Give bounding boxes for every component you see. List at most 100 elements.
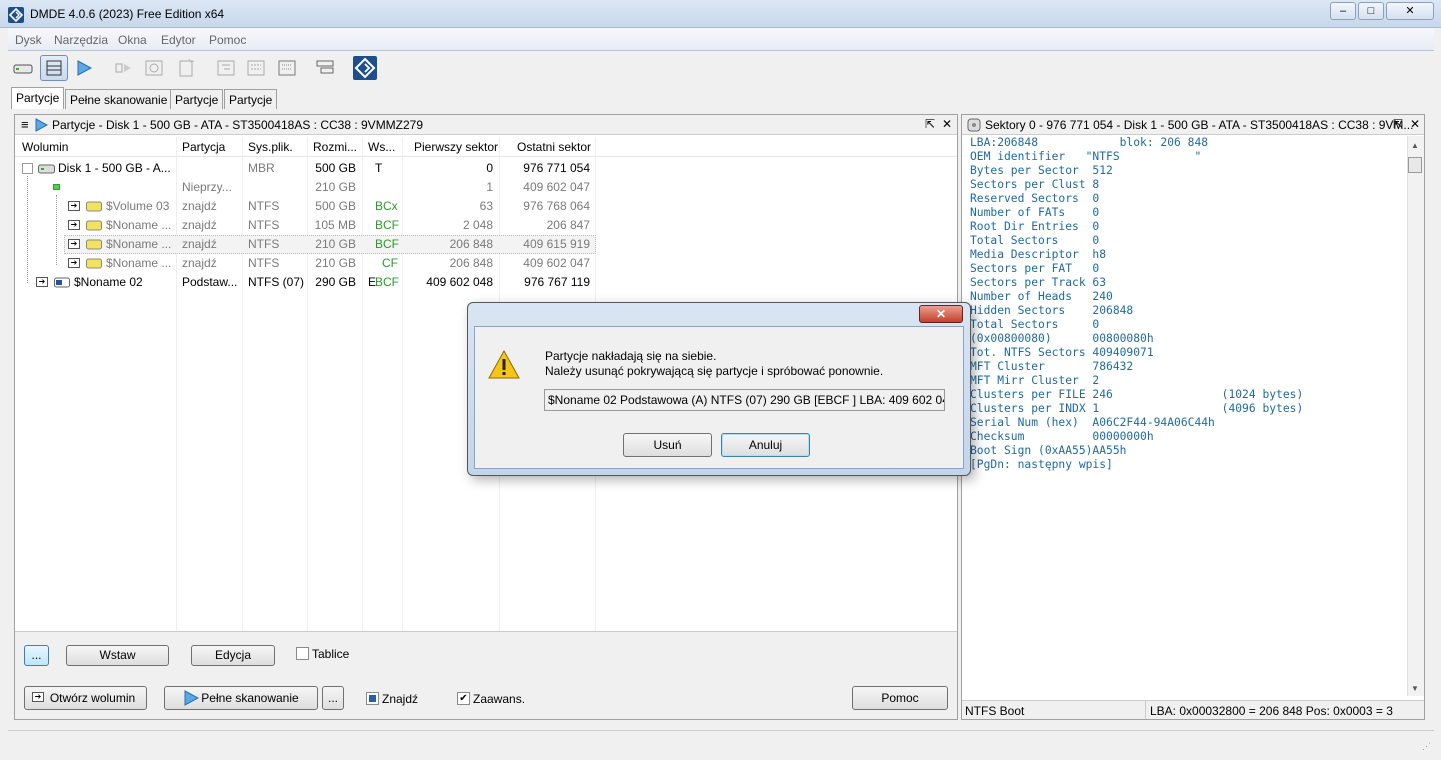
help-button[interactable]: Pomoc: [852, 686, 948, 710]
advanced-checkbox[interactable]: ✔: [457, 692, 470, 705]
more-button[interactable]: ...: [24, 645, 49, 666]
row-size: 290 GB: [315, 275, 356, 289]
row-first: 206 848: [449, 237, 493, 251]
dump-line: [PgDn: następny wpis]: [970, 458, 1113, 471]
run-disabled-icon[interactable]: [110, 55, 138, 81]
menu-help[interactable]: Pomoc: [209, 33, 246, 47]
menu-icon[interactable]: ≡: [21, 117, 29, 132]
row-part: Nieprzy...: [182, 180, 232, 194]
minimize-button[interactable]: –: [1330, 2, 1356, 20]
dump-line: Total Sectors 0: [970, 318, 1100, 331]
menu-disk[interactable]: Dysk: [15, 33, 42, 47]
arrow-icon[interactable]: ➔: [68, 220, 80, 230]
volume-icon: [86, 201, 102, 212]
arrow-icon[interactable]: ➔: [36, 277, 48, 287]
find-label: Znajdź: [382, 692, 419, 706]
col-partition[interactable]: Partycja: [182, 140, 225, 159]
row-last: 409 602 047: [523, 180, 590, 194]
close-window-button[interactable]: ✕: [1386, 2, 1434, 20]
edit-button[interactable]: Edycja: [191, 645, 275, 666]
col-filesystem[interactable]: Sys.plik.: [248, 140, 293, 159]
scroll-thumb[interactable]: [1408, 157, 1422, 173]
row-first: 2 048: [462, 218, 493, 232]
search-disabled-icon[interactable]: [140, 55, 168, 81]
scroll-up-icon[interactable]: ▲: [1411, 141, 1419, 150]
list-view-icon[interactable]: [242, 55, 270, 81]
cancel-button[interactable]: Anuluj: [721, 433, 810, 457]
delete-button[interactable]: Usuń: [623, 433, 712, 457]
col-last-sector[interactable]: Ostatni sektor: [517, 140, 591, 159]
tab-full-scan[interactable]: Pełne skanowanie: [65, 89, 173, 109]
arrow-icon[interactable]: ➔: [68, 201, 80, 211]
sector-dump[interactable]: LBA:206848 blok: 206 848 OEM identifier …: [970, 136, 1406, 696]
col-first-sector[interactable]: Pierwszy sektor: [414, 140, 498, 159]
dump-line: Root Dir Entries 0: [970, 220, 1100, 233]
dump-line: Sectors per Clust 8: [970, 178, 1100, 191]
col-flags[interactable]: Ws...: [368, 140, 395, 159]
close-panel-icon[interactable]: ✕: [1410, 117, 1420, 131]
row-size: 210 GB: [315, 180, 356, 194]
tab-partitions-3[interactable]: Partycje: [224, 89, 278, 109]
col-sep: [242, 137, 243, 631]
row-size: 500 GB: [315, 199, 356, 213]
row-volume[interactable]: $Noname 02: [74, 273, 143, 292]
partitions-toolbar-icon[interactable]: [40, 55, 68, 81]
row-fs: NTFS: [248, 256, 280, 270]
close-panel-icon[interactable]: ✕: [942, 117, 952, 131]
row-volume[interactable]: Disk 1 - 500 GB - A...: [58, 159, 171, 178]
row-first: 409 602 048: [426, 275, 493, 289]
col-volume[interactable]: Wolumin: [22, 140, 68, 159]
properties-icon[interactable]: [312, 55, 340, 81]
row-size: 210 GB: [315, 256, 356, 270]
arrow-icon[interactable]: ➔: [68, 239, 80, 249]
col-size[interactable]: Rozmi...: [313, 140, 357, 159]
col-sep: [362, 137, 363, 631]
row-part: znajdź: [182, 256, 217, 270]
vertical-scrollbar[interactable]: [1407, 136, 1424, 696]
resize-grip-icon[interactable]: ⋰: [1422, 741, 1431, 752]
arrow-icon[interactable]: ➔: [68, 258, 80, 268]
undock-icon[interactable]: ⇱: [1393, 117, 1403, 131]
app-icon: [8, 7, 24, 23]
unallocated-icon: [53, 184, 60, 190]
dmde-logo-icon[interactable]: [351, 55, 379, 81]
play-toolbar-icon[interactable]: [70, 55, 98, 81]
more-scan-button[interactable]: ...: [322, 686, 344, 710]
row-volume[interactable]: $Noname ...: [106, 254, 171, 273]
tree-line: [27, 176, 28, 283]
row-volume[interactable]: $Noname ...: [106, 216, 171, 235]
row-part: Podstaw...: [182, 275, 238, 289]
row-volume[interactable]: $Noname ...: [106, 235, 171, 254]
dump-line: Clusters per INDX 1 (4096 bytes): [970, 402, 1304, 415]
row-part: znajdź: [182, 199, 217, 213]
dump-line: Hidden Sectors 206848: [970, 304, 1134, 317]
open-arrow-icon: ➔: [32, 692, 44, 702]
find-checkbox[interactable]: [366, 692, 379, 705]
menu-editor[interactable]: Edytor: [161, 33, 196, 47]
dump-line: Clusters per FILE 246 (1024 bytes): [970, 388, 1304, 401]
dump-line: (0x00800080) 00800080h: [970, 332, 1154, 345]
undock-icon[interactable]: ⇱: [925, 117, 935, 131]
menu-tools[interactable]: Narzędzia: [54, 33, 108, 47]
tab-partitions[interactable]: Partycje: [11, 87, 65, 109]
dump-line: Checksum 00000000h: [970, 430, 1154, 443]
maximize-button[interactable]: □: [1358, 2, 1384, 20]
sectors-panel-title: Sektory 0 - 976 771 054 - Disk 1 - 500 G…: [985, 118, 1414, 132]
partition-detail-field[interactable]: $Noname 02 Podstawowa (A) NTFS (07) 290 …: [544, 389, 945, 411]
dump-line: OEM identifier "NTFS ": [970, 150, 1202, 163]
disk-toolbar-icon[interactable]: [9, 55, 37, 81]
row-last: 409 602 047: [523, 256, 590, 270]
warning-icon: [488, 350, 520, 379]
tables-checkbox[interactable]: [296, 647, 309, 660]
expand-toggle[interactable]: [22, 163, 33, 174]
row-last: 206 847: [546, 218, 590, 232]
tab-partitions-2[interactable]: Partycje: [170, 89, 224, 109]
tree-view-icon[interactable]: [212, 55, 240, 81]
grid-view-icon[interactable]: [273, 55, 301, 81]
insert-button[interactable]: Wstaw: [66, 645, 169, 666]
scroll-down-icon[interactable]: ▼: [1411, 684, 1419, 693]
dialog-close-button[interactable]: ✕: [919, 305, 963, 323]
new-file-disabled-icon[interactable]: [172, 55, 200, 81]
menu-windows[interactable]: Okna: [118, 33, 147, 47]
row-volume[interactable]: $Volume 03: [106, 197, 169, 216]
